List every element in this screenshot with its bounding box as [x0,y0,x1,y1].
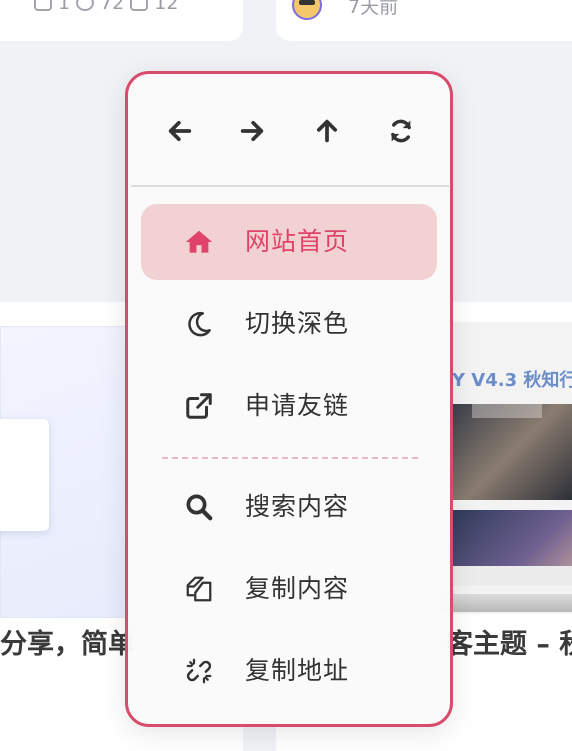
post-title-right[interactable]: 客主题 – 秋 [446,622,572,661]
menu-item-dark-mode[interactable]: 切换深色 [141,286,437,362]
post-meta-right: 7天前 [348,0,398,19]
menu-item-label: 搜索内容 [245,492,350,521]
unlink-icon [183,655,215,687]
menu-item-copy-url[interactable]: 复制地址 [141,633,437,709]
menu-item-label: 复制地址 [245,656,350,685]
context-menu: 网站首页 切换深色 申请友链 搜索内容 复制内容 复制地址 [125,71,453,727]
menu-item-label: 网站首页 [245,227,350,256]
thumbnail-card [0,419,49,531]
thumbnail-strip [452,566,572,586]
post-time: 7天前 [348,0,399,18]
refresh-button[interactable] [384,114,418,148]
menu-item-label: 申请友链 [245,391,350,420]
arrow-up-icon [316,119,338,143]
thumbnail-title: Y V4.3 秋知行 [452,370,572,391]
refresh-icon [391,119,411,143]
moon-icon [183,308,215,340]
up-button[interactable] [310,114,344,148]
menu-item-label: 切换深色 [245,309,350,338]
back-button[interactable] [163,114,197,148]
forward-button[interactable] [235,114,269,148]
thumbs-up-icon [130,0,149,11]
search-icon [183,491,215,523]
menu-divider-dashed [162,457,418,459]
menu-item-search[interactable]: 搜索内容 [141,469,437,545]
like-count: 12 [154,0,179,14]
menu-item-copy-content[interactable]: 复制内容 [141,551,437,627]
menu-item-label: 复制内容 [245,574,350,603]
copy-icon [183,573,215,605]
comment-icon [34,0,52,11]
menu-item-home[interactable]: 网站首页 [141,204,437,280]
thumbnail-screenshot [452,404,572,500]
arrow-left-icon [168,120,192,142]
eye-icon [76,0,95,11]
menu-divider [131,185,449,187]
post-title-left[interactable]: 分享，简单 [0,622,135,661]
menu-nav-bar [128,74,450,186]
home-icon [183,226,215,258]
laptop-base [440,594,572,612]
external-link-icon [183,390,215,422]
view-count: 72 [100,0,125,14]
menu-item-friend-link[interactable]: 申请友链 [141,368,437,444]
arrow-right-icon [240,120,264,142]
comment-count: 1 [58,0,71,14]
post-meta-left: 1 72 12 [34,0,178,14]
